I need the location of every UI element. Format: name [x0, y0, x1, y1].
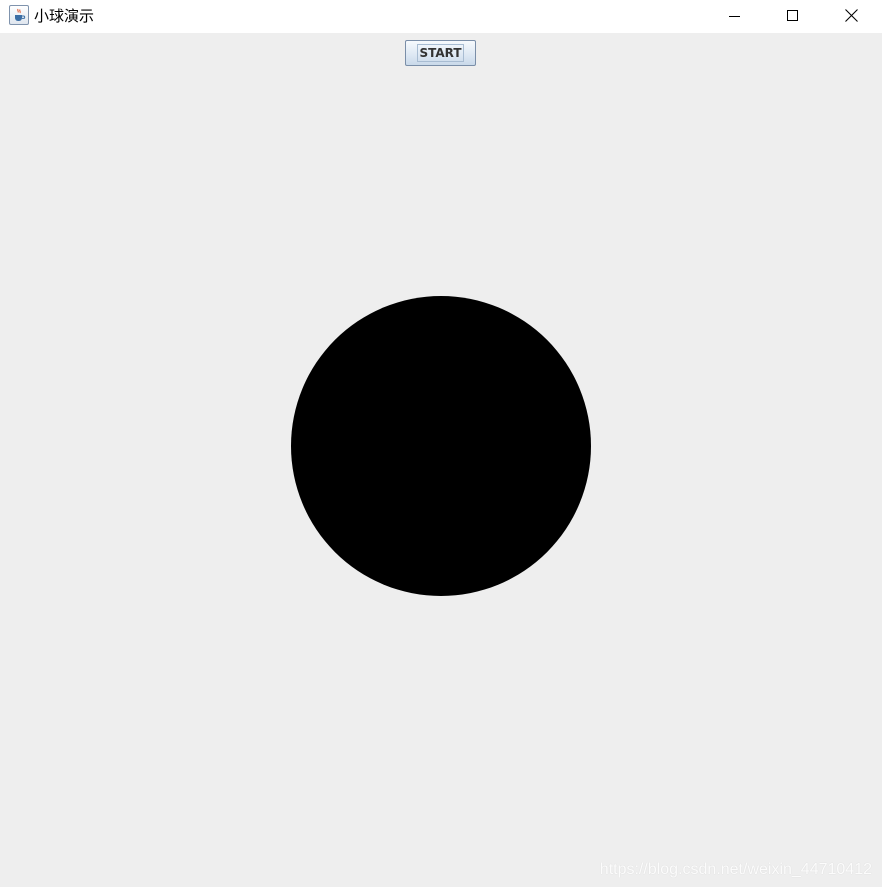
- close-icon: [844, 9, 858, 22]
- app-window: 小球演示 START https://blog.csdn.net/weixin_…: [0, 0, 882, 887]
- maximize-icon: [787, 9, 798, 21]
- minimize-button[interactable]: [706, 0, 764, 31]
- start-button[interactable]: START: [405, 40, 476, 66]
- java-cup-icon[interactable]: [9, 5, 29, 25]
- maximize-button[interactable]: [764, 0, 822, 31]
- title-bar[interactable]: 小球演示: [0, 0, 882, 33]
- start-button-label: START: [417, 44, 464, 62]
- watermark: https://blog.csdn.net/weixin_44710412: [599, 861, 872, 878]
- minimize-icon: [729, 15, 740, 17]
- window-title: 小球演示: [34, 7, 95, 25]
- ball: [291, 296, 591, 596]
- close-button[interactable]: [822, 0, 880, 31]
- drawing-panel: START: [0, 33, 882, 887]
